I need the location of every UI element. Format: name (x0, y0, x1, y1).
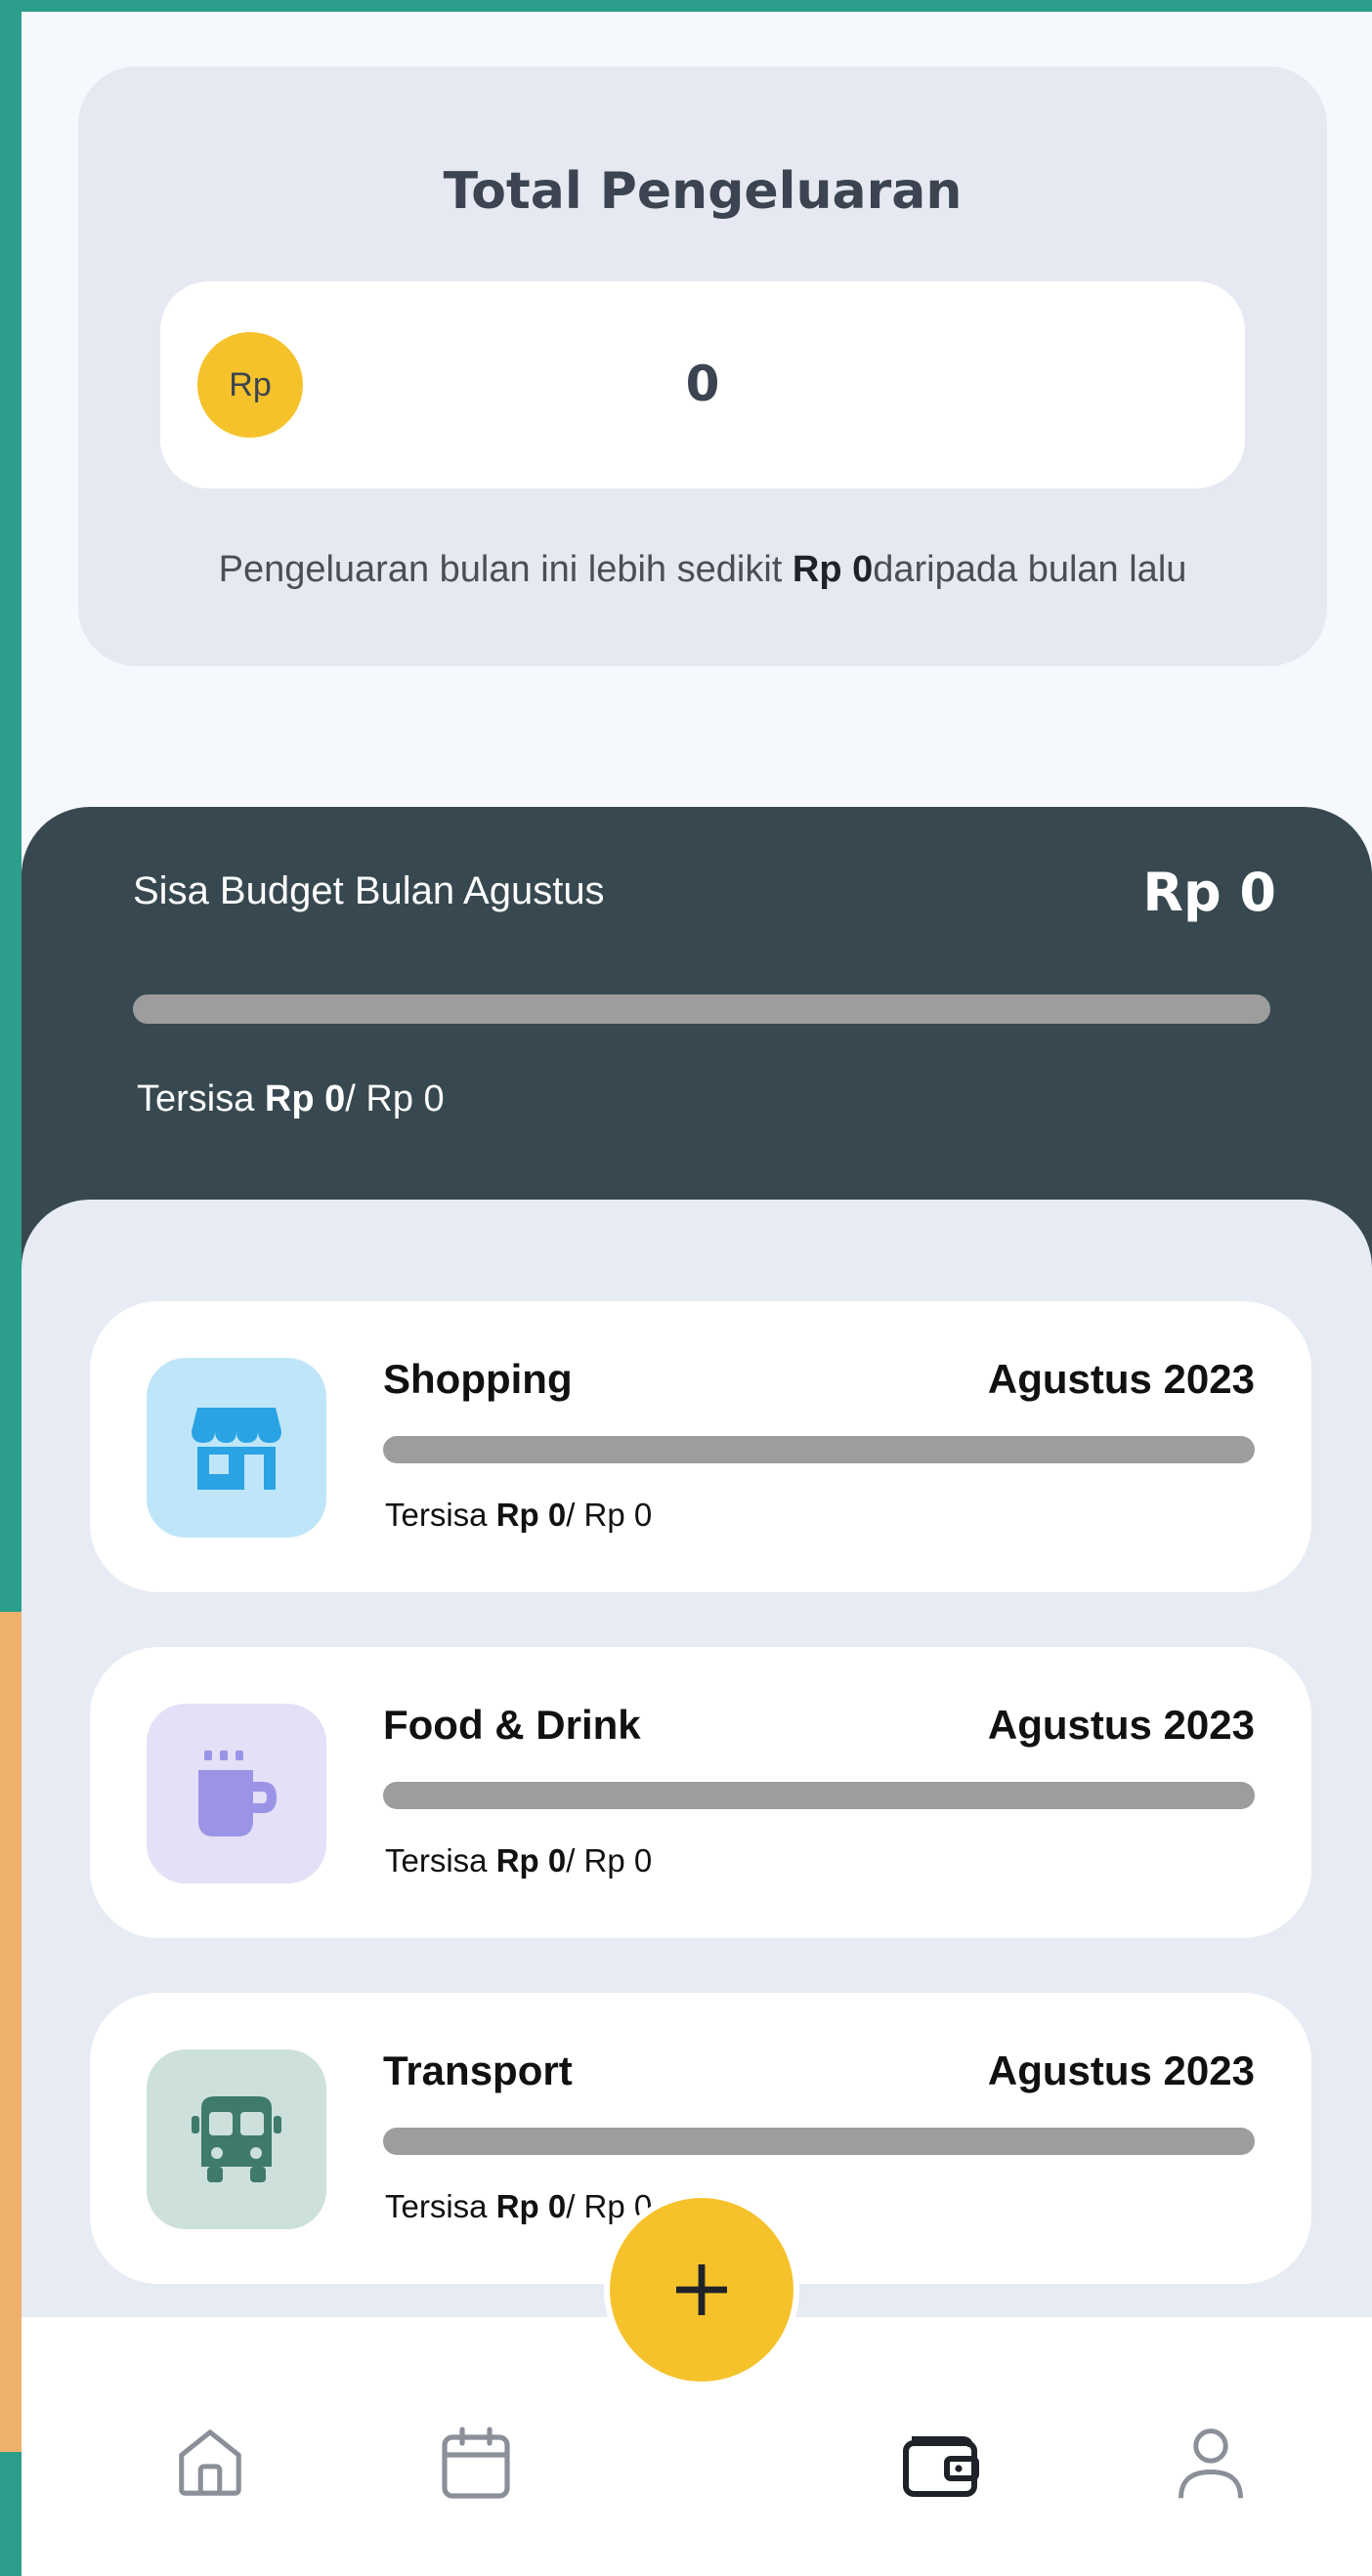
category-remaining: Tersisa Rp 0/ Rp 0 (385, 2188, 652, 2225)
plus-icon (676, 2264, 727, 2315)
category-remaining-total: / Rp 0 (566, 1842, 653, 1879)
shop-icon (147, 1358, 326, 1538)
category-progress-bar (383, 1782, 1255, 1809)
budget-remaining: Tersisa Rp 0/ Rp 0 (137, 1078, 445, 1120)
category-name: Shopping (383, 1356, 573, 1402)
add-button[interactable] (604, 2192, 799, 2387)
bus-icon-glyph (192, 2096, 281, 2182)
wallet-icon-glyph (903, 2436, 979, 2497)
calendar-icon[interactable] (432, 2419, 520, 2507)
category-remaining-prefix: Tersisa (385, 2188, 496, 2224)
comparison-note: Pengeluaran bulan ini lebih sedikit Rp 0… (78, 549, 1327, 591)
bus-icon (147, 2049, 326, 2229)
comparison-amount: Rp 0 (792, 549, 874, 590)
category-remaining: Tersisa Rp 0/ Rp 0 (385, 1842, 652, 1879)
comparison-prefix: Pengeluaran bulan ini lebih sedikit (218, 549, 793, 590)
category-progress-bar (383, 2128, 1255, 2155)
category-name: Transport (383, 2048, 573, 2093)
category-period: Agustus 2023 (987, 2048, 1255, 2093)
total-amount-box: Rp 0 (160, 281, 1245, 488)
category-card-shopping[interactable]: Shopping Agustus 2023 Tersisa Rp 0/ Rp 0 (90, 1301, 1311, 1592)
total-expense-card: Total Pengeluaran Rp 0 Pengeluaran bulan… (78, 66, 1327, 666)
comparison-suffix: daripada bulan lalu (873, 549, 1187, 590)
cup-icon (147, 1704, 326, 1883)
budget-remaining-total: / Rp 0 (345, 1078, 445, 1119)
category-card-food-drink[interactable]: Food & Drink Agustus 2023 Tersisa Rp 0/ … (90, 1647, 1311, 1938)
category-remaining-amount: Rp 0 (495, 1497, 567, 1533)
budget-remaining-prefix: Tersisa (137, 1078, 265, 1119)
total-title: Total Pengeluaran (443, 162, 963, 221)
budget-value: Rp 0 (1142, 862, 1276, 923)
cup-icon-glyph (198, 1751, 277, 1837)
app-screen: Total Pengeluaran Rp 0 Pengeluaran bulan… (21, 12, 1372, 2576)
category-remaining-amount: Rp 0 (495, 2188, 567, 2224)
category-remaining-total: / Rp 0 (566, 1497, 653, 1533)
category-period: Agustus 2023 (987, 1702, 1255, 1748)
profile-icon-glyph (1179, 2428, 1243, 2499)
total-amount: 0 (685, 356, 720, 412)
category-period: Agustus 2023 (987, 1356, 1255, 1402)
shop-icon-glyph (192, 1408, 281, 1490)
category-remaining-prefix: Tersisa (385, 1497, 496, 1533)
budget-remaining-amount: Rp 0 (264, 1078, 346, 1119)
category-remaining-amount: Rp 0 (495, 1842, 567, 1879)
home-icon[interactable] (166, 2419, 254, 2507)
category-name: Food & Drink (383, 1702, 641, 1748)
category-remaining: Tersisa Rp 0/ Rp 0 (385, 1497, 652, 1534)
calendar-icon-glyph (442, 2427, 510, 2499)
category-progress-bar (383, 1436, 1255, 1463)
category-remaining-prefix: Tersisa (385, 1842, 496, 1879)
budget-progress-bar (133, 994, 1270, 1024)
budget-label: Sisa Budget Bulan Agustus (133, 869, 605, 912)
profile-icon[interactable] (1167, 2419, 1255, 2507)
home-icon-glyph (179, 2429, 241, 2496)
wallet-icon[interactable] (897, 2419, 985, 2507)
